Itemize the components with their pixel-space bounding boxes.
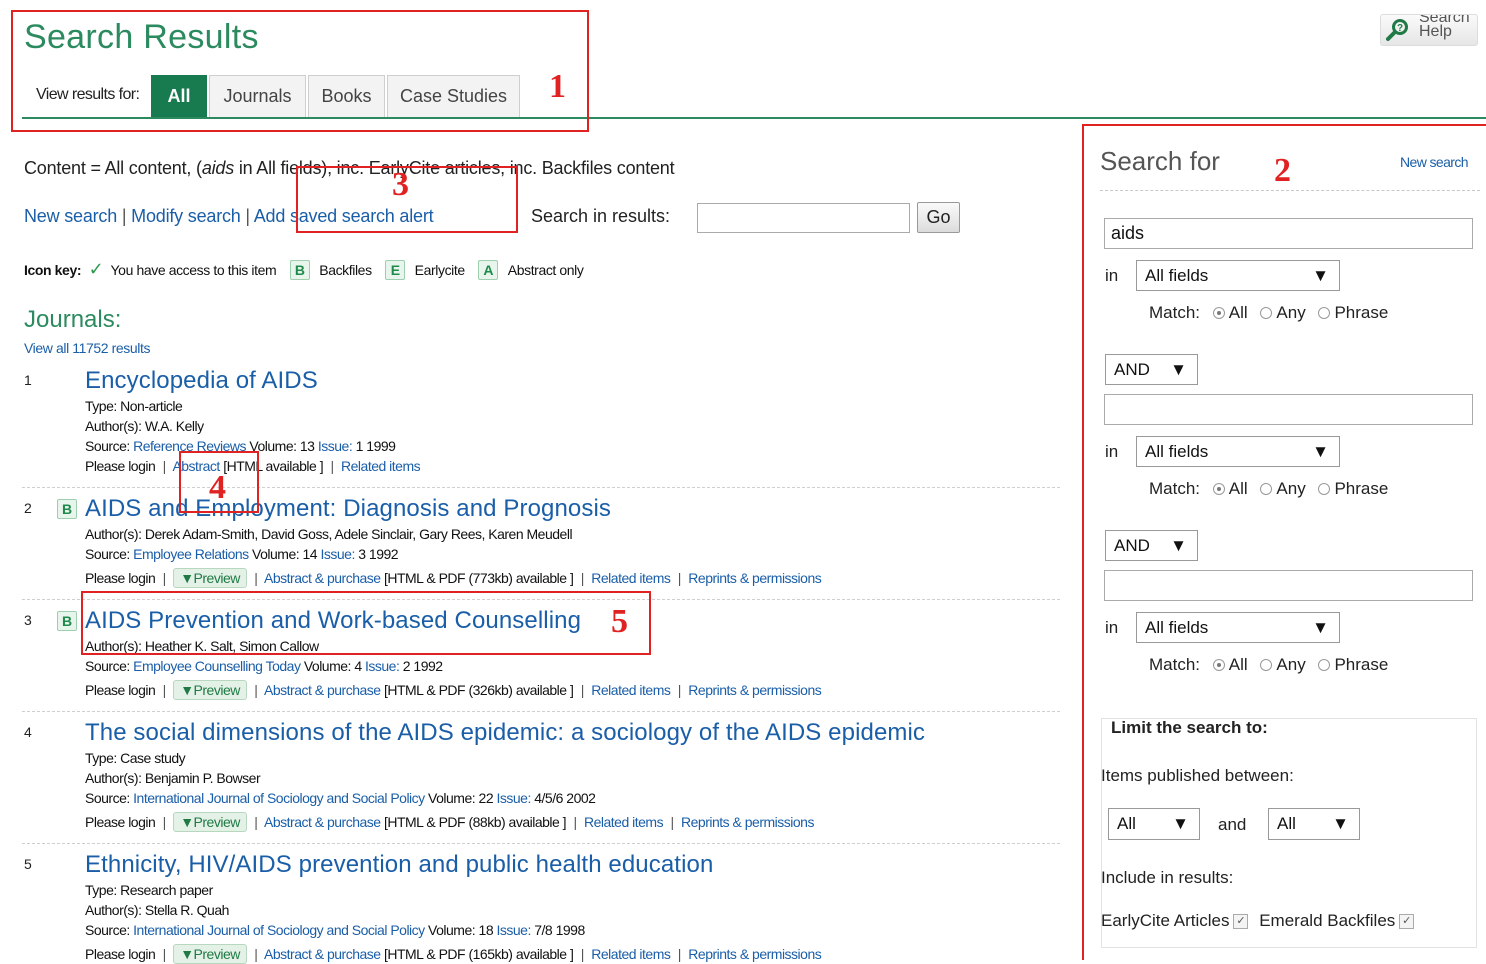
result-actions: Please login | ▼Preview | Abstract & pur… [85, 812, 814, 832]
related-items-link[interactable]: Related items [591, 682, 671, 698]
go-button[interactable]: Go [917, 202, 960, 233]
please-login-link[interactable]: Please login [85, 814, 156, 830]
backfiles-badge: B [289, 260, 310, 280]
search-in-results-label: Search in results: [531, 206, 671, 226]
abstract-purchase-link[interactable]: Abstract & purchase [264, 682, 381, 698]
preview-button[interactable]: ▼Preview [173, 944, 247, 964]
result-type: Type: Case study [85, 750, 186, 766]
result-authors: Author(s): W.A. Kelly [85, 418, 204, 434]
annotation-number: 3 [392, 166, 409, 203]
html-pdf-availability: [HTML & PDF (88kb) available ] [383, 814, 567, 830]
result-source: Source: Employee Relations Volume: 14 Is… [85, 546, 399, 562]
annotation-number: 5 [611, 603, 628, 640]
new-search-link[interactable]: New search [24, 206, 117, 226]
source-link[interactable]: Employee Counselling Today [133, 658, 301, 674]
result-actions: Please login | ▼Preview | Abstract & pur… [85, 568, 822, 588]
result-actions: Please login | ▼Preview | Abstract & pur… [85, 680, 822, 700]
result-title-link[interactable]: The social dimensions of the AIDS epidem… [85, 719, 925, 747]
result-number: 4 [24, 724, 32, 740]
result-authors: Author(s): Stella R. Quah [85, 902, 229, 918]
result-divider [22, 843, 1060, 844]
preview-button[interactable]: ▼Preview [173, 568, 247, 588]
source-link[interactable]: International Journal of Sociology and S… [133, 922, 425, 938]
result-source: Source: Employee Counselling Today Volum… [85, 658, 443, 674]
result-authors: Author(s): Derek Adam-Smith, David Goss,… [85, 526, 573, 542]
reprints-permissions-link[interactable]: Reprints & permissions [688, 682, 821, 698]
search-help-button[interactable]: ? Search Help [1380, 14, 1478, 46]
annotation-number: 2 [1274, 152, 1291, 189]
please-login-link[interactable]: Please login [85, 458, 156, 474]
result-divider [22, 711, 1060, 712]
annotation-box-5 [81, 591, 651, 655]
result-number: 1 [24, 372, 32, 388]
please-login-link[interactable]: Please login [85, 682, 156, 698]
annotation-number: 4 [209, 469, 226, 506]
modify-search-link[interactable]: Modify search [131, 206, 241, 226]
result-authors: Author(s): Benjamin P. Bowser [85, 770, 261, 786]
abstract-only-badge: A [478, 260, 499, 280]
search-in-results-input[interactable] [697, 203, 910, 233]
result-number: 5 [24, 856, 32, 872]
result-source: Source: International Journal of Sociolo… [85, 922, 585, 938]
result-type: Type: Non-article [85, 398, 183, 414]
result-number: 3 [24, 612, 32, 628]
abstract-purchase-link[interactable]: Abstract & purchase [264, 814, 381, 830]
preview-button[interactable]: ▼Preview [173, 680, 247, 700]
annotation-number: 1 [549, 68, 566, 105]
source-link[interactable]: International Journal of Sociology and S… [133, 790, 425, 806]
help-label: Search Help [1419, 14, 1470, 40]
related-items-link[interactable]: Related items [584, 814, 664, 830]
related-items-link[interactable]: Related items [341, 458, 421, 474]
please-login-link[interactable]: Please login [85, 570, 156, 586]
result-divider [22, 487, 1060, 488]
help-magnifier-icon: ? [1385, 18, 1411, 45]
result-number: 2 [24, 500, 32, 516]
html-pdf-availability: [HTML & PDF (326kb) available ] [383, 682, 574, 698]
icon-key-label: Icon key: [24, 262, 82, 278]
backfiles-badge: B [57, 499, 77, 519]
preview-button[interactable]: ▼Preview [173, 812, 247, 832]
earlycite-badge: E [385, 260, 406, 280]
result-type: Type: Research paper [85, 882, 213, 898]
abstract-purchase-link[interactable]: Abstract & purchase [264, 570, 381, 586]
result-actions: Please login | ▼Preview | Abstract & pur… [85, 944, 822, 964]
related-items-link[interactable]: Related items [591, 570, 671, 586]
svg-text:?: ? [1397, 23, 1403, 34]
reprints-permissions-link[interactable]: Reprints & permissions [688, 570, 821, 586]
icon-key: Icon key: ✓ You have access to this item… [24, 259, 584, 280]
checkmark-icon: ✓ [88, 259, 104, 279]
annotation-box-2 [1082, 124, 1486, 960]
html-pdf-availability: [HTML & PDF (773kb) available ] [383, 570, 574, 586]
separator: | [121, 206, 127, 226]
source-link[interactable]: Employee Relations [133, 546, 249, 562]
annotation-box-1 [11, 10, 589, 132]
separator: | [245, 206, 250, 226]
view-all-results-link[interactable]: View all 11752 results [24, 340, 150, 356]
result-title-link[interactable]: Ethnicity, HIV/AIDS prevention and publi… [85, 851, 713, 879]
reprints-permissions-link[interactable]: Reprints & permissions [681, 814, 814, 830]
result-title-link[interactable]: AIDS and Employment: Diagnosis and Progn… [85, 495, 611, 523]
result-title-link[interactable]: Encyclopedia of AIDS [85, 367, 318, 395]
backfiles-badge: B [57, 611, 77, 631]
journals-heading: Journals: [24, 306, 122, 333]
result-source: Source: International Journal of Sociolo… [85, 790, 596, 806]
